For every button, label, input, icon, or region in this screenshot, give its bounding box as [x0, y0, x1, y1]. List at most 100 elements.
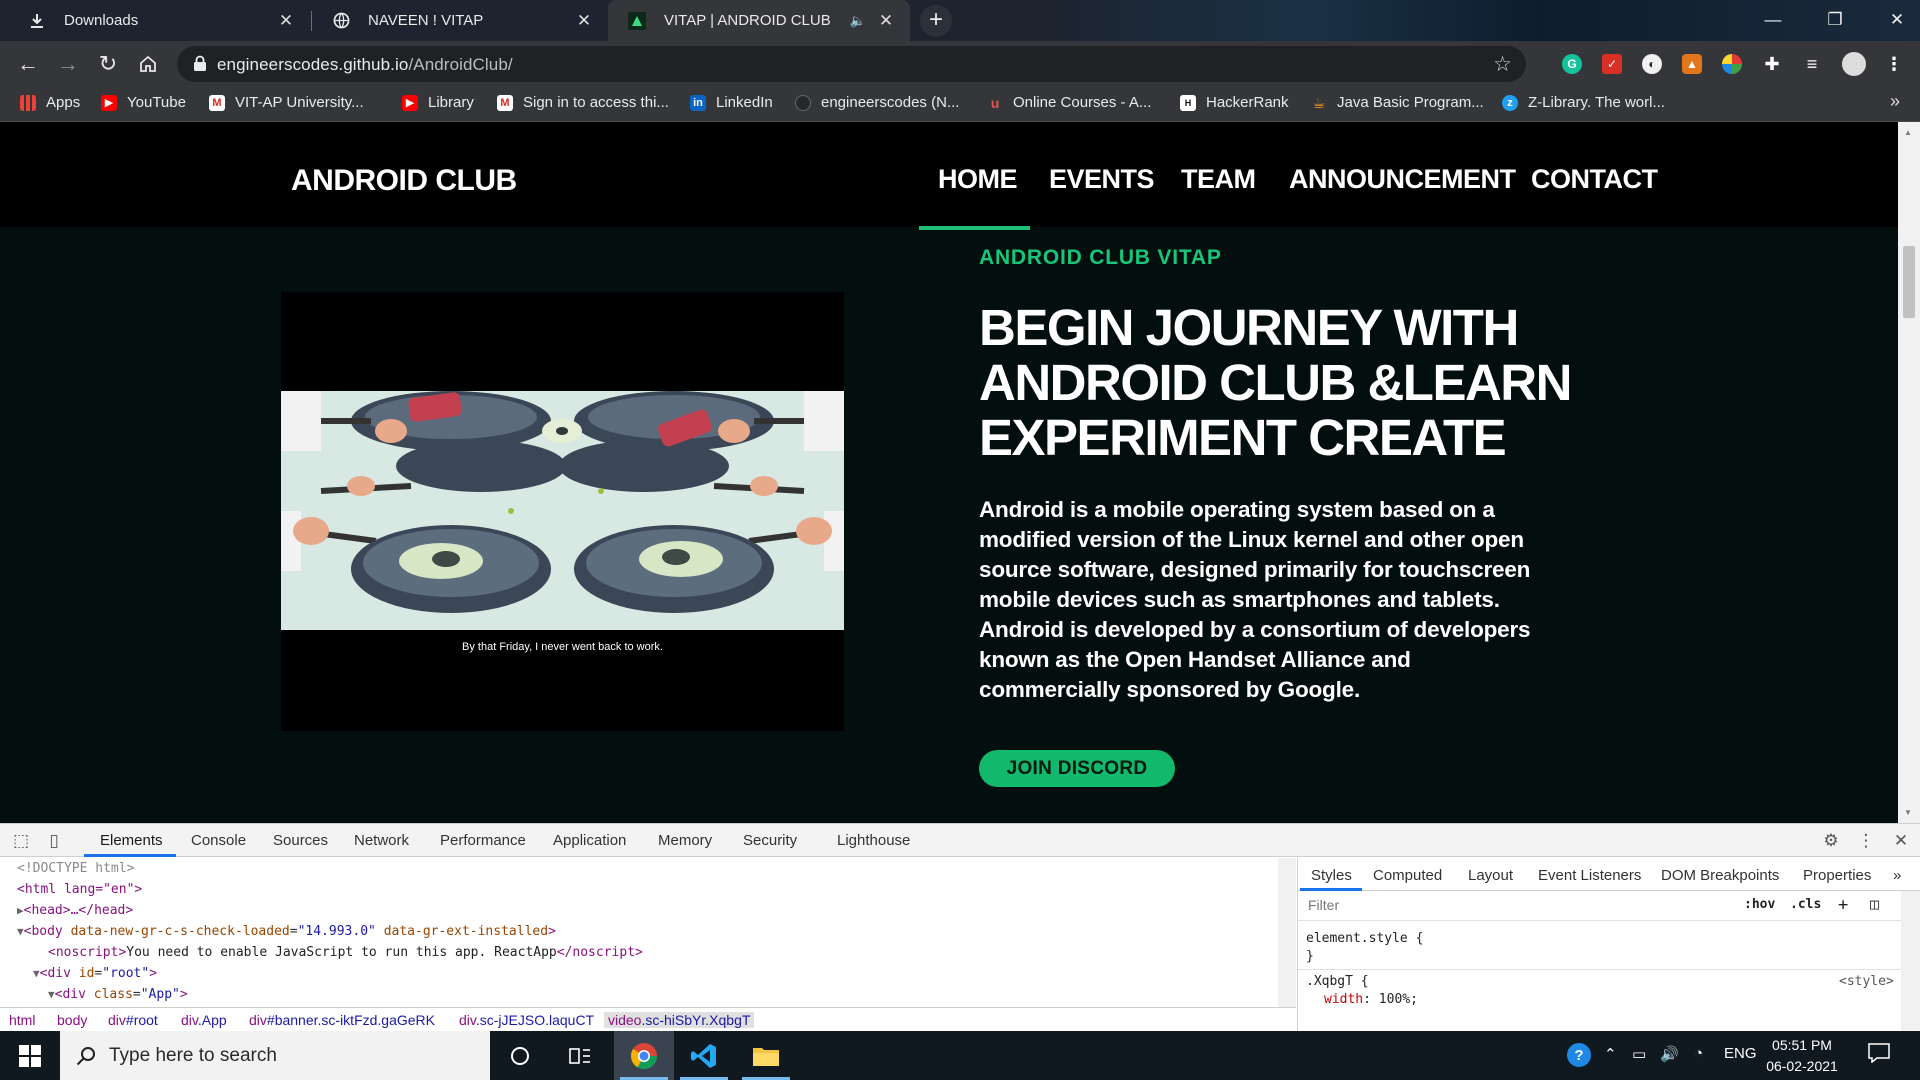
task-view-button[interactable] — [550, 1031, 610, 1080]
dom-app-node[interactable]: ▼<div class="App"> — [48, 984, 188, 1005]
breadcrumb-item[interactable]: div.sc-jJEJSO.laquCT — [459, 1012, 594, 1028]
cortana-button[interactable] — [490, 1031, 550, 1080]
collapse-caret-icon[interactable]: ▼ — [17, 925, 24, 938]
bookmarks-overflow-icon[interactable]: » — [1890, 91, 1900, 112]
dom-html-node[interactable]: <html lang="en"> — [17, 879, 142, 900]
bookmark-star-icon[interactable]: ☆ — [1493, 52, 1512, 77]
profile-avatar[interactable] — [1842, 52, 1866, 76]
wifi-icon[interactable]: ◔ — [1694, 1045, 1703, 1062]
xqbgt-rule-selector[interactable]: .XqbgT { — [1306, 974, 1369, 989]
speaker-muted-icon[interactable]: 🔈 — [850, 13, 866, 29]
devtools-tab-lighthouse[interactable]: Lighthouse — [837, 832, 910, 849]
bookmark-hackerrank[interactable]: H HackerRank — [1180, 94, 1289, 111]
page-scrollbar[interactable]: ▲ ▼ — [1898, 122, 1920, 823]
devtools-tab-network[interactable]: Network — [354, 832, 409, 849]
close-devtools-icon[interactable]: ✕ — [1890, 830, 1912, 852]
styles-tab-properties[interactable]: Properties — [1803, 867, 1871, 884]
tab-vitap-android-club[interactable]: VITAP | ANDROID CLUB 🔈 ✕ — [608, 0, 910, 41]
close-icon[interactable]: ✕ — [572, 11, 596, 31]
class-toggle[interactable]: .cls — [1790, 897, 1821, 912]
dom-body-node[interactable]: ▼<body data-new-gr-c-s-check-loaded="14.… — [17, 921, 556, 942]
dom-root-node[interactable]: ▼<div id="root"> — [33, 963, 157, 984]
volume-icon[interactable]: 🔊 — [1660, 1045, 1679, 1063]
dom-doctype[interactable]: <!DOCTYPE html> — [17, 858, 134, 879]
breadcrumb-item[interactable]: div#banner.sc-iktFzd.gaGeRK — [249, 1012, 435, 1028]
media-controls-icon[interactable]: ≡ — [1802, 54, 1822, 74]
styles-tab-layout[interactable]: Layout — [1468, 867, 1513, 884]
extension-circle-icon[interactable]: ◐ — [1642, 54, 1662, 74]
styles-filter-input[interactable]: Filter — [1308, 897, 1339, 913]
collapse-caret-icon[interactable]: ▼ — [48, 988, 55, 1001]
breadcrumb-item[interactable]: html — [9, 1012, 35, 1028]
dom-scrollbar[interactable] — [1278, 858, 1296, 1013]
site-brand[interactable]: ANDROID CLUB — [291, 164, 517, 198]
devtools-tab-application[interactable]: Application — [553, 832, 626, 849]
new-style-rule-icon[interactable]: + — [1838, 895, 1848, 915]
taskbar-file-explorer[interactable] — [736, 1031, 796, 1080]
home-button[interactable] — [132, 48, 164, 80]
tab-downloads[interactable]: Downloads ✕ — [8, 0, 310, 41]
back-button[interactable]: ← — [12, 48, 44, 80]
bookmark-sign-in[interactable]: M Sign in to access thi... — [497, 94, 669, 111]
show-hidden-icons[interactable]: ⌃ — [1604, 1045, 1617, 1063]
bookmark-online-courses[interactable]: u Online Courses - A... — [987, 94, 1152, 111]
nav-events[interactable]: EVENTS — [1049, 164, 1155, 195]
address-bar[interactable]: engineerscodes.github.io/AndroidClub/ ☆ — [177, 46, 1526, 82]
nav-contact[interactable]: CONTACT — [1531, 164, 1658, 195]
bookmark-apps[interactable]: Apps — [20, 94, 80, 111]
bookmark-engineerscodes[interactable]: engineerscodes (N... — [795, 94, 959, 111]
close-icon[interactable]: ✕ — [874, 11, 898, 31]
nav-announcement[interactable]: ANNOUNCEMENT — [1289, 164, 1516, 195]
notifications-icon[interactable] — [1868, 1043, 1890, 1067]
inspect-element-icon[interactable]: ⬚ — [10, 830, 32, 852]
input-language[interactable]: ENG — [1724, 1045, 1757, 1062]
nav-home[interactable]: HOME — [938, 164, 1018, 195]
close-icon[interactable]: ✕ — [274, 11, 298, 31]
more-tabs-icon[interactable]: » — [1893, 867, 1901, 884]
css-declaration[interactable]: width: 100%; — [1324, 992, 1418, 1007]
styles-tab-computed[interactable]: Computed — [1373, 867, 1442, 884]
bookmark-linkedin[interactable]: in LinkedIn — [690, 94, 773, 111]
styles-scrollbar[interactable] — [1901, 891, 1920, 1032]
lock-icon[interactable] — [193, 55, 207, 71]
scrollbar-thumb[interactable] — [1903, 246, 1915, 318]
bookmark-zlibrary[interactable]: z Z-Library. The worl... — [1502, 94, 1665, 111]
taskbar-search[interactable]: Type here to search — [60, 1031, 490, 1080]
close-window-button[interactable]: ✕ — [1866, 0, 1920, 41]
metamask-fox-icon[interactable]: ▲ — [1682, 54, 1702, 74]
breadcrumb-item[interactable]: div.App — [181, 1012, 227, 1028]
nav-team[interactable]: TEAM — [1181, 164, 1256, 195]
devtools-tab-sources[interactable]: Sources — [273, 832, 328, 849]
taskbar-chrome[interactable] — [614, 1031, 674, 1080]
breadcrumb-item-selected[interactable]: video.sc-hiSbYr.XqbgT — [604, 1012, 755, 1028]
breadcrumb-item[interactable]: div#root — [108, 1012, 158, 1028]
element-style-selector[interactable]: element.style { — [1306, 931, 1423, 946]
devtools-tab-performance[interactable]: Performance — [440, 832, 526, 849]
forward-button[interactable]: → — [52, 48, 84, 80]
bookmark-youtube[interactable]: ▶ YouTube — [101, 94, 186, 111]
tab-naveen-vitap[interactable]: NAVEEN ! VITAP ✕ — [312, 0, 608, 41]
bookmark-java[interactable]: ☕ Java Basic Program... — [1311, 94, 1484, 111]
system-clock[interactable]: 05:51 PM 06-02-2021 — [1762, 1035, 1842, 1077]
dom-tree[interactable]: <!DOCTYPE html> <html lang="en"> ▶<head>… — [0, 858, 1296, 1013]
device-toolbar-icon[interactable]: ▯ — [43, 830, 65, 852]
expand-caret-icon[interactable]: ▶ — [17, 904, 24, 917]
join-discord-button[interactable]: JOIN DISCORD — [979, 750, 1175, 787]
extension-red-icon[interactable]: ✓ — [1602, 54, 1622, 74]
reload-button[interactable]: ↻ — [92, 48, 124, 80]
devtools-tab-console[interactable]: Console — [191, 832, 246, 849]
help-icon[interactable]: ? — [1566, 1042, 1592, 1072]
chrome-menu-icon[interactable]: ⋮ — [1884, 54, 1904, 74]
breadcrumb-item[interactable]: body — [57, 1012, 87, 1028]
dom-head-node[interactable]: ▶<head>…</head> — [17, 900, 133, 921]
start-button[interactable] — [0, 1031, 60, 1080]
new-tab-button[interactable]: + — [920, 5, 952, 37]
scroll-down-arrow-icon[interactable]: ▼ — [1904, 808, 1912, 817]
devtools-menu-icon[interactable]: ⋮ — [1855, 830, 1877, 852]
extension-color-wheel-icon[interactable] — [1722, 54, 1742, 74]
collapse-caret-icon[interactable]: ▼ — [33, 967, 40, 980]
scroll-up-arrow-icon[interactable]: ▲ — [1904, 128, 1912, 137]
devtools-tab-security[interactable]: Security — [743, 832, 797, 849]
toggle-sidebar-icon[interactable]: ◫ — [1870, 895, 1879, 913]
grammarly-icon[interactable]: G — [1562, 54, 1582, 74]
